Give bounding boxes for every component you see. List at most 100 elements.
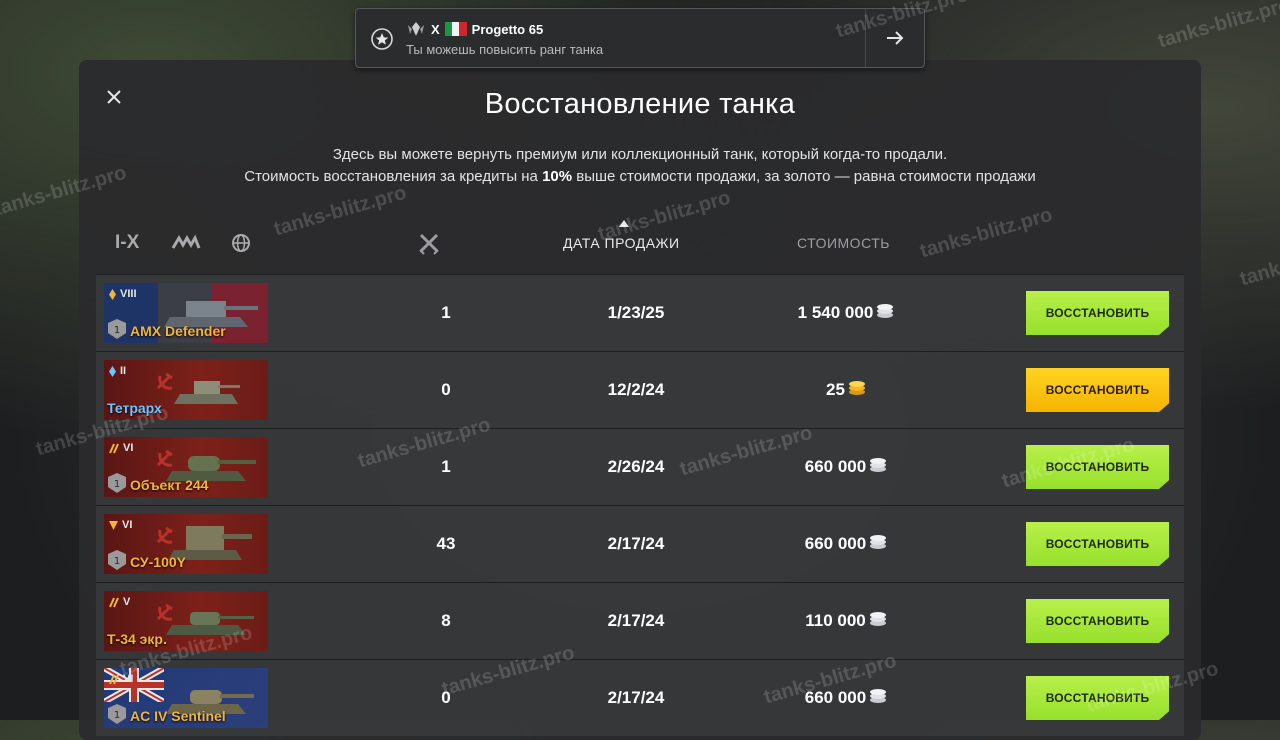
credits-icon <box>869 584 887 660</box>
credits-icon <box>869 661 887 737</box>
tank-tier: VI <box>109 519 132 531</box>
notification-go-button[interactable] <box>865 9 924 67</box>
svg-text:1: 1 <box>114 556 120 567</box>
tier-numeral: II <box>120 365 127 377</box>
price-value: 660 000 <box>804 688 867 707</box>
italy-flag-icon <box>444 22 467 36</box>
sale-date: 2/17/24 <box>607 611 665 630</box>
sale-date: 12/2/24 <box>607 380 665 399</box>
tank-tier: VIII <box>109 288 137 300</box>
svg-text:1: 1 <box>114 325 120 336</box>
credits-icon <box>869 507 887 583</box>
filter-bar: I-X <box>115 232 251 254</box>
restore-button[interactable]: ВОССТАНОВИТЬ <box>1026 291 1169 335</box>
mastery-badge-icon: 1 <box>108 473 126 493</box>
table-row: VI 1 Объект 244 1 2/26/24 660 000 ВОССТА… <box>96 428 1184 505</box>
battles-column-icon[interactable] <box>417 231 441 255</box>
nation-filter-globe-icon[interactable] <box>231 233 251 253</box>
special-rank-icon <box>109 597 119 607</box>
table-row: VI 1 AC IV Sentinel 0 2/17/24 660 000 ВО… <box>96 659 1184 736</box>
cost-column-header[interactable]: СТОИМОСТЬ <box>797 235 890 251</box>
tank-tier: VI <box>109 442 133 454</box>
restore-button[interactable]: ВОССТАНОВИТЬ <box>1026 522 1169 566</box>
dialog-description: Здесь вы можете вернуть премиум или колл… <box>79 144 1201 188</box>
credits-icon <box>876 276 894 352</box>
mastery-badge-icon: 1 <box>108 550 126 570</box>
price-value: 1 540 000 <box>797 303 874 322</box>
tank-card[interactable]: V Т-34 экр. <box>104 591 268 651</box>
sale-date-column-header[interactable]: ДАТА ПРОДАЖИ <box>563 235 680 251</box>
collector-diamond-icon <box>109 365 116 377</box>
tank-card[interactable]: VI 1 AC IV Sentinel <box>104 668 268 728</box>
description-percent: 10% <box>542 168 573 185</box>
sale-date: 2/17/24 <box>607 534 665 553</box>
battles-count: 8 <box>441 611 451 630</box>
watermark: tanks-blitz.pro <box>1155 0 1280 53</box>
notification-message: Ты можешь повысить ранг танка <box>406 42 604 57</box>
tier-numeral: VIII <box>120 288 137 300</box>
table-row: II Тетрарх 0 12/2/24 25 ВОССТАНОВИТЬ <box>96 351 1184 428</box>
tank-restore-dialog: Восстановление танка Здесь вы можете вер… <box>79 60 1201 740</box>
restore-price: 660 000 <box>756 429 936 505</box>
gold-icon <box>848 353 866 429</box>
mastery-badge-icon: 1 <box>108 319 126 339</box>
tank-tier: VI <box>109 673 133 685</box>
special-rank-icon <box>109 443 119 453</box>
tank-image <box>174 381 240 404</box>
tank-tier: II <box>109 365 126 377</box>
price-value: 110 000 <box>805 611 866 630</box>
svg-text:1: 1 <box>114 710 120 721</box>
tank-name: AC IV Sentinel <box>130 708 226 724</box>
battles-count: 43 <box>436 534 456 553</box>
tier-numeral: VI <box>122 519 133 531</box>
notification-tier: X <box>431 21 440 37</box>
arrow-right-icon <box>887 31 904 45</box>
battles-count: 0 <box>441 688 451 707</box>
tank-card[interactable]: VI 1 Объект 244 <box>104 437 268 497</box>
restore-button[interactable]: ВОССТАНОВИТЬ <box>1026 676 1169 720</box>
premium-diamond-icon <box>109 288 116 300</box>
restore-price: 660 000 <box>756 660 936 736</box>
description-line-1: Здесь вы можете вернуть премиум или колл… <box>332 146 948 163</box>
premium-triangle-icon <box>109 520 118 530</box>
vehicle-type-filter-icon[interactable] <box>171 233 201 253</box>
tier-filter[interactable]: I-X <box>115 232 141 254</box>
tier-numeral: V <box>123 596 131 608</box>
tier-numeral: VI <box>123 442 134 454</box>
tank-card[interactable]: II Тетрарх <box>104 360 268 420</box>
restore-button[interactable]: ВОССТАНОВИТЬ <box>1026 445 1169 489</box>
upgrade-notification[interactable]: X Progetto 65 Ты можешь повысить ранг та… <box>355 8 925 68</box>
tier-numeral: VI <box>123 673 134 685</box>
restore-price: 1 540 000 <box>756 275 936 351</box>
star-badge-icon <box>371 28 393 50</box>
description-prefix: Стоимость восстановления за кредиты на <box>244 168 543 185</box>
mastery-badge-icon: 1 <box>108 704 126 724</box>
sale-date: 2/17/24 <box>607 688 665 707</box>
svg-text:1: 1 <box>114 479 120 490</box>
restore-price: 110 000 <box>756 583 936 659</box>
description-line-2: Стоимость восстановления за кредиты на 1… <box>79 166 1201 188</box>
restore-price: 660 000 <box>756 506 936 582</box>
table-row: VI 1 СУ-100Y 43 2/17/24 660 000 ВОССТАНО… <box>96 505 1184 582</box>
battles-count: 1 <box>441 303 451 322</box>
price-value: 660 000 <box>804 457 867 476</box>
price-value: 25 <box>826 380 845 399</box>
tank-name: Объект 244 <box>130 477 209 493</box>
tank-card[interactable]: VI 1 СУ-100Y <box>104 514 268 574</box>
tank-name: Т-34 экр. <box>107 631 167 647</box>
tank-name: Тетрарх <box>107 400 162 416</box>
sale-date: 2/26/24 <box>607 457 665 476</box>
rank-emblem-icon <box>408 22 424 36</box>
tank-tier: V <box>109 596 130 608</box>
tank-name: СУ-100Y <box>130 554 186 570</box>
tank-card[interactable]: VIII 1 AMX Defender <box>104 283 268 343</box>
restore-button[interactable]: ВОССТАНОВИТЬ <box>1026 368 1169 412</box>
battles-count: 0 <box>441 380 451 399</box>
credits-icon <box>869 430 887 506</box>
notification-tank-name: Progetto 65 <box>471 21 544 37</box>
table-row: VIII 1 AMX Defender 1 1/23/25 1 540 000 … <box>96 274 1184 351</box>
table-row: V Т-34 экр. 8 2/17/24 110 000 ВОССТАНОВИ… <box>96 582 1184 659</box>
restore-button[interactable]: ВОССТАНОВИТЬ <box>1026 599 1169 643</box>
price-value: 660 000 <box>804 534 867 553</box>
notification-title: X Progetto 65 <box>406 21 543 37</box>
